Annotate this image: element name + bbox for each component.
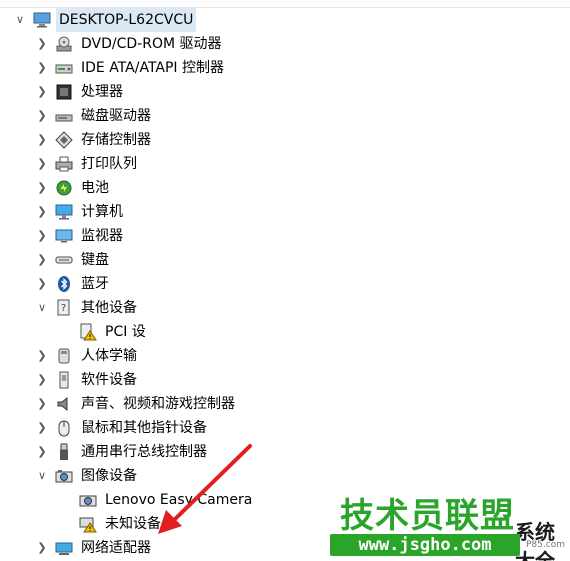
camera-icon	[55, 467, 73, 485]
chevron-right-icon[interactable]: ❯	[35, 176, 49, 200]
tree-child-pci-device[interactable]: PCI 设	[0, 320, 570, 344]
chevron-right-icon[interactable]: ❯	[35, 248, 49, 272]
tree-item-software-devices[interactable]: ❯ 软件设备	[0, 368, 570, 392]
warning-camera-icon	[79, 515, 97, 533]
tree-item-battery[interactable]: ❯ 电池	[0, 176, 570, 200]
tree-item-label: 蓝牙	[81, 276, 109, 292]
tree-item-label: 其他设备	[81, 300, 137, 316]
tree-item-storage[interactable]: ❯ 存储控制器	[0, 128, 570, 152]
tree-item-label: 声音、视频和游戏控制器	[81, 396, 235, 412]
tree-item-label: 监视器	[81, 228, 123, 244]
tree-item-label: 软件设备	[81, 372, 137, 388]
tree-item-hid[interactable]: ❯ 人体学输	[0, 344, 570, 368]
speaker-icon	[55, 395, 73, 413]
display-icon	[55, 227, 73, 245]
chevron-right-icon[interactable]: ❯	[35, 536, 49, 560]
computer-icon	[33, 11, 51, 29]
tree-item-computer[interactable]: ❯ 计算机	[0, 200, 570, 224]
tree-item-audio[interactable]: ❯ 声音、视频和游戏控制器	[0, 392, 570, 416]
watermark-subtitle: 系统大全	[515, 520, 555, 561]
usb-icon	[55, 443, 73, 461]
tree-item-disk[interactable]: ❯ 磁盘驱动器	[0, 104, 570, 128]
warning-device-icon	[79, 323, 97, 341]
tree-item-keyboard[interactable]: ❯ 键盘	[0, 248, 570, 272]
optical-drive-icon	[55, 35, 73, 53]
chevron-down-icon[interactable]: ∨	[13, 8, 27, 32]
tree-item-monitor[interactable]: ❯ 监视器	[0, 224, 570, 248]
watermark-logo: 技术员联盟	[340, 496, 515, 536]
chevron-right-icon[interactable]: ❯	[35, 104, 49, 128]
unknown-device-icon: ?	[55, 299, 73, 317]
tree-item-label: 电池	[81, 180, 109, 196]
tree-item-imaging-devices[interactable]: ∨ 图像设备	[0, 464, 570, 488]
monitor-icon	[55, 203, 73, 221]
tree-item-label: IDE ATA/ATAPI 控制器	[81, 60, 225, 76]
disk-drive-icon	[55, 107, 73, 125]
tree-item-processor[interactable]: ❯ 处理器	[0, 80, 570, 104]
tree-item-bluetooth[interactable]: ❯ 蓝牙	[0, 272, 570, 296]
chevron-right-icon[interactable]: ❯	[35, 56, 49, 80]
tree-item-label: 键盘	[81, 252, 109, 268]
chevron-right-icon[interactable]: ❯	[35, 80, 49, 104]
chevron-right-icon[interactable]: ❯	[35, 152, 49, 176]
chevron-right-icon[interactable]: ❯	[35, 272, 49, 296]
tree-item-label: 图像设备	[81, 468, 137, 484]
tree-item-print-queue[interactable]: ❯ 打印队列	[0, 152, 570, 176]
tree-item-ide[interactable]: ❯ IDE ATA/ATAPI 控制器	[0, 56, 570, 80]
battery-icon	[55, 179, 73, 197]
tree-item-label: DVD/CD-ROM 驱动器	[81, 36, 222, 52]
watermark-url: www.jsgho.com	[330, 534, 520, 556]
svg-text:?: ?	[61, 303, 66, 314]
hid-icon	[55, 347, 73, 365]
chevron-right-icon[interactable]: ❯	[35, 440, 49, 464]
chevron-right-icon[interactable]: ❯	[35, 32, 49, 56]
chevron-right-icon[interactable]: ❯	[35, 200, 49, 224]
mouse-icon	[55, 419, 73, 437]
annotation-arrow	[158, 444, 252, 534]
tree-item-label: 磁盘驱动器	[81, 108, 151, 124]
chevron-right-icon[interactable]: ❯	[35, 344, 49, 368]
tree-item-dvd[interactable]: ❯ DVD/CD-ROM 驱动器	[0, 32, 570, 56]
chevron-right-icon[interactable]: ❯	[35, 224, 49, 248]
tree-item-mouse[interactable]: ❯ 鼠标和其他指针设备	[0, 416, 570, 440]
storage-controller-icon	[55, 131, 73, 149]
keyboard-icon	[55, 251, 73, 269]
tree-item-label: 网络适配器	[81, 540, 151, 556]
bluetooth-icon	[55, 275, 73, 293]
network-adapter-icon	[55, 539, 73, 557]
tree-root-label: DESKTOP-L62CVCU	[56, 8, 197, 32]
watermark-url-secondary: P85.com	[526, 540, 565, 550]
tree-item-label: PCI 设	[105, 324, 146, 340]
tree-item-other-devices[interactable]: ∨ ? 其他设备	[0, 296, 570, 320]
top-divider	[0, 0, 570, 8]
watermark: 技术员联盟 系统大全 www.jsgho.com P85.com	[330, 488, 570, 561]
chevron-down-icon[interactable]: ∨	[35, 296, 49, 320]
ide-controller-icon	[55, 59, 73, 77]
tree-item-label: 人体学输	[81, 348, 137, 364]
chevron-down-icon[interactable]: ∨	[35, 464, 49, 488]
software-device-icon	[55, 371, 73, 389]
chevron-right-icon[interactable]: ❯	[35, 416, 49, 440]
device-tree: ∨ DESKTOP-L62CVCU ❯ DVD/CD-ROM 驱动器 ❯ IDE…	[0, 8, 570, 560]
camera-device-icon	[79, 491, 97, 509]
chevron-right-icon[interactable]: ❯	[35, 128, 49, 152]
tree-item-label: 鼠标和其他指针设备	[81, 420, 207, 436]
processor-icon	[55, 83, 73, 101]
tree-item-label: 打印队列	[81, 156, 137, 172]
tree-root[interactable]: ∨ DESKTOP-L62CVCU	[0, 8, 570, 32]
tree-item-label: 存储控制器	[81, 132, 151, 148]
tree-item-usb[interactable]: ❯ 通用串行总线控制器	[0, 440, 570, 464]
tree-item-label: 处理器	[81, 84, 123, 100]
chevron-right-icon[interactable]: ❯	[35, 368, 49, 392]
chevron-right-icon[interactable]: ❯	[35, 392, 49, 416]
printer-icon	[55, 155, 73, 173]
tree-item-label: 计算机	[81, 204, 123, 220]
